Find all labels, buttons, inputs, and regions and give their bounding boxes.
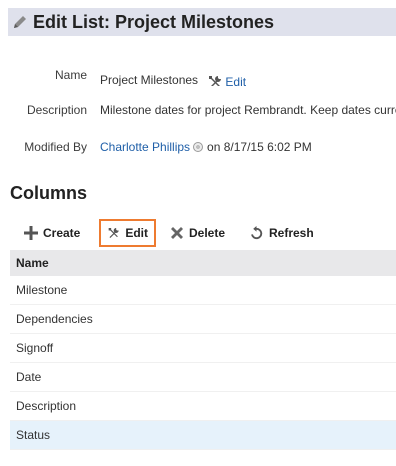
table-header-name[interactable]: Name (10, 250, 396, 276)
modified-by-value: Charlotte Phillips on 8/17/15 6:02 PM (100, 140, 312, 154)
refresh-icon (251, 225, 263, 239)
table-row[interactable]: Description (10, 392, 396, 421)
edit-link-label: Edit (225, 75, 247, 86)
columns-section-title: Columns (10, 183, 88, 203)
presence-status-icon (193, 142, 204, 152)
columns-table: Name Milestone Dependencies Signoff Date… (10, 250, 396, 450)
name-value-container: Project Milestones Edit (100, 68, 246, 86)
modified-by-label: Modified By (24, 140, 87, 154)
pencil-icon (12, 13, 30, 31)
refresh-button[interactable]: Refresh (249, 219, 314, 247)
close-icon (171, 227, 183, 239)
columns-toolbar: Create Edit Delete Refresh (12, 219, 396, 249)
name-value: Project Milestones (100, 73, 199, 86)
edit-button[interactable]: Edit (99, 219, 156, 247)
description-value: Milestone dates for project Rembrandt. K… (100, 103, 396, 117)
wrench-screwdriver-icon (108, 228, 119, 238)
user-link[interactable]: Charlotte Phillips (100, 140, 190, 154)
edit-button-label: Edit (125, 226, 148, 240)
page-title: Edit List: Project Milestones (33, 11, 275, 32)
wrench-screwdriver-icon (209, 76, 222, 86)
plus-icon (24, 226, 38, 240)
page-header: Edit List: Project Milestones (8, 8, 396, 36)
name-label: Name (54, 68, 87, 82)
delete-button-label: Delete (189, 226, 226, 240)
description-label: Description (26, 103, 87, 117)
delete-button[interactable]: Delete (170, 219, 225, 247)
description-row: Description Milestone dates for project … (0, 103, 396, 121)
table-row[interactable]: Dependencies (10, 305, 396, 334)
name-row: Name Project Milestones Edit (0, 68, 396, 86)
edit-name-link[interactable]: Edit (201, 74, 246, 86)
create-button[interactable]: Create (24, 219, 80, 247)
table-row[interactable]: Signoff (10, 334, 396, 363)
table-row-selected[interactable]: Status (10, 421, 396, 450)
refresh-button-label: Refresh (269, 226, 314, 240)
table-row[interactable]: Milestone (10, 276, 396, 305)
modified-by-row: Modified By Charlotte Phillips on 8/17/15… (0, 140, 396, 158)
create-button-label: Create (43, 226, 81, 240)
table-row[interactable]: Date (10, 363, 396, 392)
modified-date: on 8/17/15 6:02 PM (207, 140, 312, 154)
